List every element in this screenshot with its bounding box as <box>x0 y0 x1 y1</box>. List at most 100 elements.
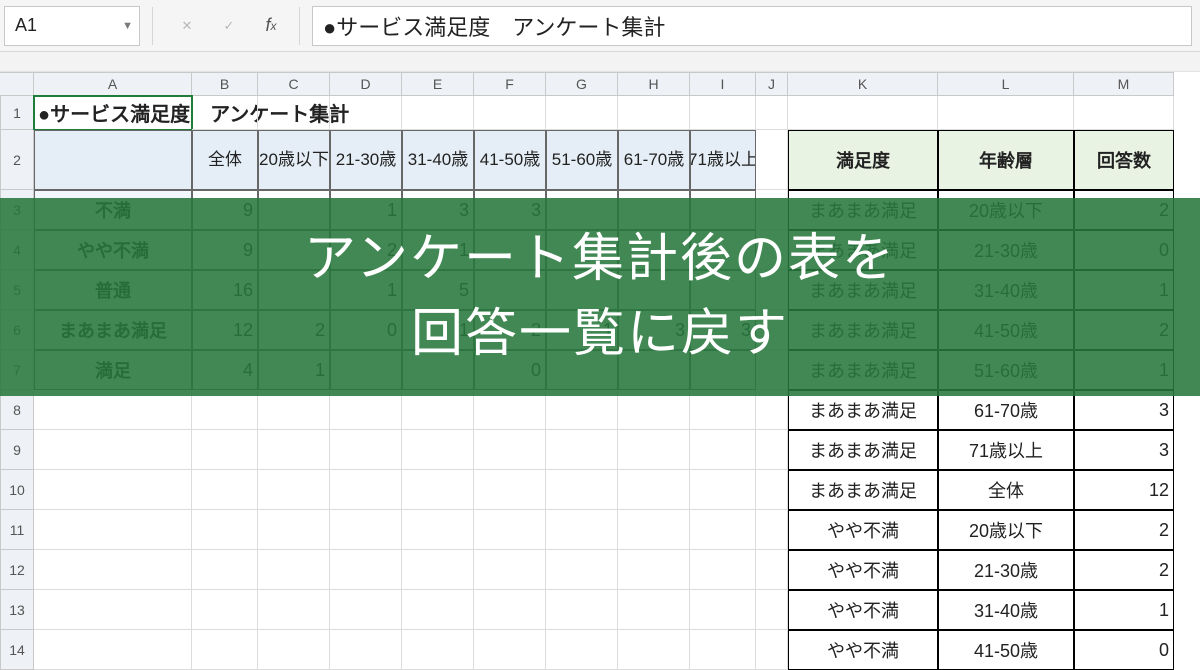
cell[interactable] <box>690 590 756 630</box>
cell[interactable] <box>618 470 690 510</box>
cell[interactable] <box>546 510 618 550</box>
cell[interactable] <box>546 96 618 130</box>
row-header[interactable]: 9 <box>0 430 34 470</box>
cell[interactable] <box>474 630 546 670</box>
cell[interactable] <box>402 630 474 670</box>
cell[interactable] <box>34 470 192 510</box>
cell[interactable] <box>474 510 546 550</box>
col-header[interactable]: I <box>690 72 756 96</box>
cell[interactable]: 61-70歳 <box>618 130 690 190</box>
cell[interactable]: 2 <box>1074 550 1174 590</box>
cell[interactable] <box>34 130 192 190</box>
col-header[interactable]: A <box>34 72 192 96</box>
col-header[interactable]: C <box>258 72 330 96</box>
cell[interactable] <box>330 550 402 590</box>
cell[interactable] <box>756 470 788 510</box>
cell[interactable] <box>690 550 756 590</box>
cell[interactable] <box>690 470 756 510</box>
cell[interactable] <box>192 430 258 470</box>
cell[interactable]: 全体 <box>192 130 258 190</box>
cell[interactable] <box>756 130 788 190</box>
cell[interactable] <box>402 430 474 470</box>
cell[interactable] <box>402 590 474 630</box>
cell[interactable] <box>788 96 938 130</box>
cell[interactable]: 21-30歳 <box>330 130 402 190</box>
enter-icon[interactable]: ✓ <box>213 10 245 42</box>
cell[interactable] <box>330 510 402 550</box>
cell[interactable] <box>34 430 192 470</box>
cell[interactable] <box>402 510 474 550</box>
cell[interactable] <box>690 96 756 130</box>
cell[interactable] <box>192 550 258 590</box>
cell[interactable] <box>474 390 546 430</box>
cell[interactable] <box>618 430 690 470</box>
cell[interactable]: 61-70歳 <box>938 390 1074 430</box>
cell[interactable] <box>474 470 546 510</box>
cell[interactable] <box>690 430 756 470</box>
cell[interactable] <box>34 630 192 670</box>
cell[interactable] <box>938 96 1074 130</box>
cancel-icon[interactable]: ✕ <box>171 10 203 42</box>
cell[interactable] <box>618 390 690 430</box>
cell[interactable] <box>756 390 788 430</box>
cell[interactable] <box>258 550 330 590</box>
row-header[interactable]: 1 <box>0 96 34 130</box>
cell[interactable]: 31-40歳 <box>402 130 474 190</box>
cell[interactable]: やや不満 <box>788 630 938 670</box>
cell[interactable]: 71歳以上 <box>690 130 756 190</box>
cell[interactable] <box>192 390 258 430</box>
row-header[interactable]: 8 <box>0 390 34 430</box>
cell[interactable] <box>402 550 474 590</box>
cell[interactable] <box>330 590 402 630</box>
cell[interactable] <box>258 430 330 470</box>
cell[interactable] <box>546 590 618 630</box>
cell[interactable]: まあまあ満足 <box>788 470 938 510</box>
cell[interactable] <box>618 510 690 550</box>
cell[interactable] <box>330 430 402 470</box>
cell[interactable] <box>546 470 618 510</box>
cell[interactable]: 20歳以下 <box>258 130 330 190</box>
cell[interactable] <box>474 430 546 470</box>
cell[interactable] <box>192 510 258 550</box>
cell[interactable] <box>756 510 788 550</box>
cell[interactable] <box>330 390 402 430</box>
cell-a1[interactable]: ●サービス満足度 アンケート集計 <box>34 96 192 130</box>
cell[interactable] <box>402 96 474 130</box>
cell[interactable] <box>34 550 192 590</box>
cell[interactable]: 回答数 <box>1074 130 1174 190</box>
cell[interactable]: やや不満 <box>788 510 938 550</box>
cell[interactable]: 12 <box>1074 470 1174 510</box>
cell[interactable] <box>192 590 258 630</box>
col-header[interactable]: J <box>756 72 788 96</box>
cell[interactable] <box>258 390 330 430</box>
col-header[interactable]: M <box>1074 72 1174 96</box>
cell[interactable]: 2 <box>1074 510 1174 550</box>
cell[interactable]: 満足度 <box>788 130 938 190</box>
cell[interactable]: 1 <box>1074 590 1174 630</box>
cell[interactable] <box>330 630 402 670</box>
cell[interactable]: 51-60歳 <box>546 130 618 190</box>
fx-icon[interactable]: fx <box>255 10 287 42</box>
cell[interactable] <box>474 590 546 630</box>
cell[interactable] <box>546 430 618 470</box>
cell[interactable] <box>756 96 788 130</box>
cell[interactable]: 21-30歳 <box>938 550 1074 590</box>
row-header[interactable]: 12 <box>0 550 34 590</box>
cell[interactable] <box>618 550 690 590</box>
cell[interactable]: 71歳以上 <box>938 430 1074 470</box>
chevron-down-icon[interactable]: ▼ <box>122 20 133 32</box>
name-box[interactable]: A1 ▼ <box>4 6 140 46</box>
cell[interactable] <box>258 470 330 510</box>
row-header[interactable]: 11 <box>0 510 34 550</box>
cell[interactable] <box>258 510 330 550</box>
cell[interactable] <box>34 590 192 630</box>
cell[interactable]: まあまあ満足 <box>788 430 938 470</box>
cell[interactable]: 3 <box>1074 430 1174 470</box>
cell[interactable]: 3 <box>1074 390 1174 430</box>
cell[interactable] <box>618 590 690 630</box>
cell[interactable]: 31-40歳 <box>938 590 1074 630</box>
cell[interactable] <box>258 630 330 670</box>
cell[interactable]: 年齢層 <box>938 130 1074 190</box>
cell[interactable] <box>756 550 788 590</box>
cell[interactable] <box>690 630 756 670</box>
